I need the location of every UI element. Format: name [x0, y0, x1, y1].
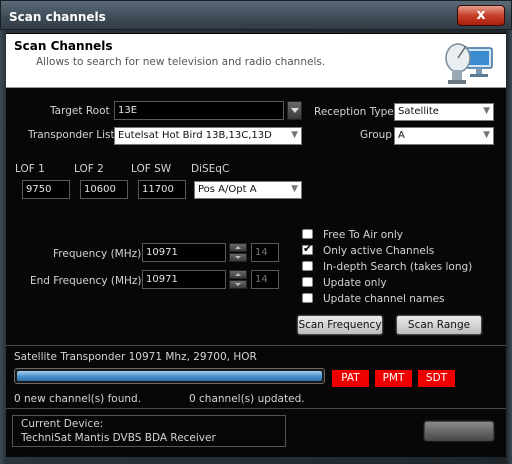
- current-device-box: Current Device: TechniSat Mantis DVBS BD…: [12, 415, 286, 447]
- window-title: Scan channels: [9, 10, 106, 24]
- group-select[interactable]: A ▼: [394, 127, 494, 145]
- frequency-label: Frequency (MHz): [53, 248, 142, 260]
- scan-frequency-button[interactable]: Scan Frequency: [297, 315, 383, 335]
- divider: [6, 345, 506, 346]
- satellite-dish-icon: [445, 43, 493, 84]
- transponder-list-value: Eutelsat Hot Bird 13B,13C,13D: [118, 130, 272, 141]
- chevron-down-icon: ▼: [483, 130, 490, 140]
- reception-type-value: Satellite: [398, 106, 439, 117]
- target-root-field[interactable]: 13E: [114, 101, 284, 120]
- current-device-label: Current Device:: [21, 418, 104, 430]
- lof1-field[interactable]: 9750: [22, 180, 70, 199]
- reception-type-label: Reception Type: [314, 106, 394, 118]
- group-label: Group: [360, 129, 392, 141]
- title-bar[interactable]: Scan channels x: [0, 0, 512, 30]
- scan-range-button[interactable]: Scan Range: [396, 315, 482, 335]
- transponder-status: Satellite Transponder 10971 Mhz, 29700, …: [14, 351, 257, 363]
- frequency-field[interactable]: 10971: [142, 243, 226, 262]
- new-channels-count: 0 new channel(s) found.: [14, 393, 142, 405]
- chevron-down-icon: [291, 108, 299, 113]
- frequency-small-field[interactable]: 14: [251, 243, 279, 262]
- free-to-air-label: Free To Air only: [323, 229, 403, 241]
- lofsw-label: LOF SW: [131, 163, 172, 175]
- chevron-down-icon: ▼: [483, 106, 490, 116]
- target-root-dropdown-button[interactable]: [287, 101, 302, 120]
- updated-channels-count: 0 channel(s) updated.: [189, 393, 305, 405]
- diseqc-value: Pos A/Opt A: [198, 184, 257, 195]
- update-channel-names-checkbox[interactable]: [302, 293, 313, 303]
- update-channel-names-label: Update channel names: [323, 293, 445, 305]
- only-active-channels-checkbox[interactable]: [302, 242, 313, 255]
- free-to-air-checkbox[interactable]: [302, 229, 313, 239]
- in-depth-search-checkbox[interactable]: [302, 261, 313, 271]
- diseqc-select[interactable]: Pos A/Opt A ▼: [194, 181, 302, 199]
- chevron-down-icon: ▼: [291, 130, 298, 140]
- sdt-badge: SDT: [418, 370, 455, 387]
- progress-fill: [17, 371, 322, 381]
- reception-type-select[interactable]: Satellite ▼: [394, 103, 494, 121]
- header-panel: Scan Channels Allows to search for new t…: [6, 34, 506, 88]
- lofsw-field[interactable]: 11700: [138, 180, 186, 199]
- close-dialog-button[interactable]: [424, 421, 494, 441]
- target-root-label: Target Root: [50, 105, 110, 117]
- header-title: Scan Channels: [14, 39, 113, 53]
- scan-progress-bar: [14, 368, 325, 384]
- current-device-name: TechniSat Mantis DVBS BDA Receiver: [21, 432, 216, 444]
- close-button[interactable]: x: [457, 5, 505, 26]
- update-only-checkbox[interactable]: [302, 277, 313, 287]
- transponder-list-label: Transponder List: [28, 129, 115, 141]
- group-value: A: [398, 130, 405, 141]
- frequency-up-button[interactable]: [229, 243, 247, 252]
- lof1-label: LOF 1: [15, 163, 45, 175]
- divider: [6, 408, 506, 409]
- frequency-down-button[interactable]: [229, 253, 247, 262]
- pmt-badge: PMT: [375, 370, 412, 387]
- end-frequency-down-button[interactable]: [229, 280, 247, 289]
- header-subtitle: Allows to search for new television and …: [36, 56, 326, 68]
- end-frequency-field[interactable]: 10971: [142, 270, 226, 289]
- lof2-label: LOF 2: [74, 163, 104, 175]
- pat-badge: PAT: [332, 370, 369, 387]
- update-only-label: Update only: [323, 277, 387, 289]
- chevron-down-icon: ▼: [291, 184, 298, 194]
- end-frequency-label: End Frequency (MHz): [30, 275, 142, 287]
- diseqc-label: DiSEqC: [191, 163, 230, 175]
- in-depth-search-label: In-depth Search (takes long): [323, 261, 473, 273]
- end-frequency-small-field[interactable]: 14: [251, 270, 279, 289]
- end-frequency-up-button[interactable]: [229, 270, 247, 279]
- transponder-list-select[interactable]: Eutelsat Hot Bird 13B,13C,13D ▼: [114, 127, 302, 145]
- only-active-channels-label: Only active Channels: [323, 245, 435, 257]
- lof2-field[interactable]: 10600: [80, 180, 128, 199]
